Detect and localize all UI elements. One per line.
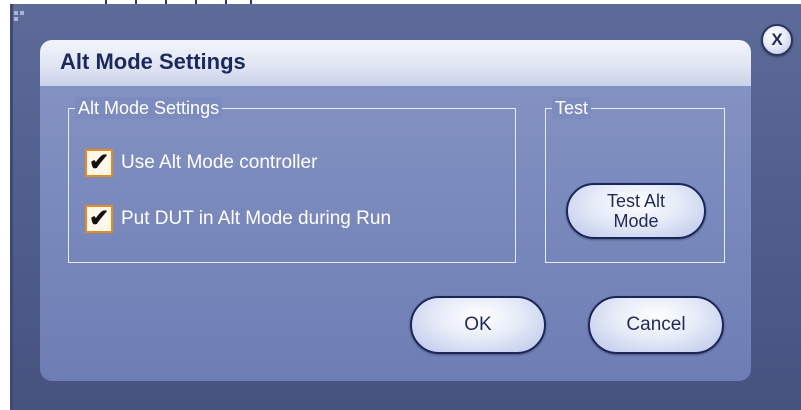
test-group: Test Test Alt Mode	[545, 97, 725, 263]
test-alt-mode-button[interactable]: Test Alt Mode	[566, 183, 706, 239]
dialog-title: Alt Mode Settings	[60, 49, 246, 74]
dialog-header: Alt Mode Settings	[40, 40, 751, 86]
group-legend: Alt Mode Settings	[75, 97, 223, 119]
button-label: Test Alt Mode	[606, 191, 666, 231]
group-legend: Test	[552, 97, 592, 119]
checkmark-icon: ✔	[88, 149, 110, 176]
use-alt-mode-controller-checkbox[interactable]: ✔	[85, 149, 113, 177]
dialog-body: Alt Mode Settings ✔ Use Alt Mode control…	[40, 86, 751, 381]
cancel-button[interactable]: Cancel	[588, 296, 724, 354]
use-alt-mode-controller-option[interactable]: ✔ Use Alt Mode controller	[85, 149, 317, 177]
button-label: OK	[464, 314, 492, 335]
button-label: Cancel	[626, 314, 686, 335]
checkbox-label: Put DUT in Alt Mode during Run	[121, 208, 392, 229]
close-button[interactable]: X	[761, 24, 793, 56]
checkbox-label: Use Alt Mode controller	[121, 152, 318, 173]
put-dut-in-alt-mode-option[interactable]: ✔ Put DUT in Alt Mode during Run	[85, 205, 391, 233]
drag-grip-icon[interactable]	[14, 11, 24, 21]
alt-mode-settings-group: Alt Mode Settings ✔ Use Alt Mode control…	[68, 97, 516, 263]
close-icon: X	[771, 30, 783, 49]
put-dut-in-alt-mode-checkbox[interactable]: ✔	[85, 205, 113, 233]
ok-button[interactable]: OK	[410, 296, 546, 354]
window-left-border	[10, 4, 13, 410]
checkmark-icon: ✔	[88, 205, 110, 232]
alt-mode-settings-dialog: Alt Mode Settings Alt Mode Settings ✔ Us…	[40, 40, 751, 381]
